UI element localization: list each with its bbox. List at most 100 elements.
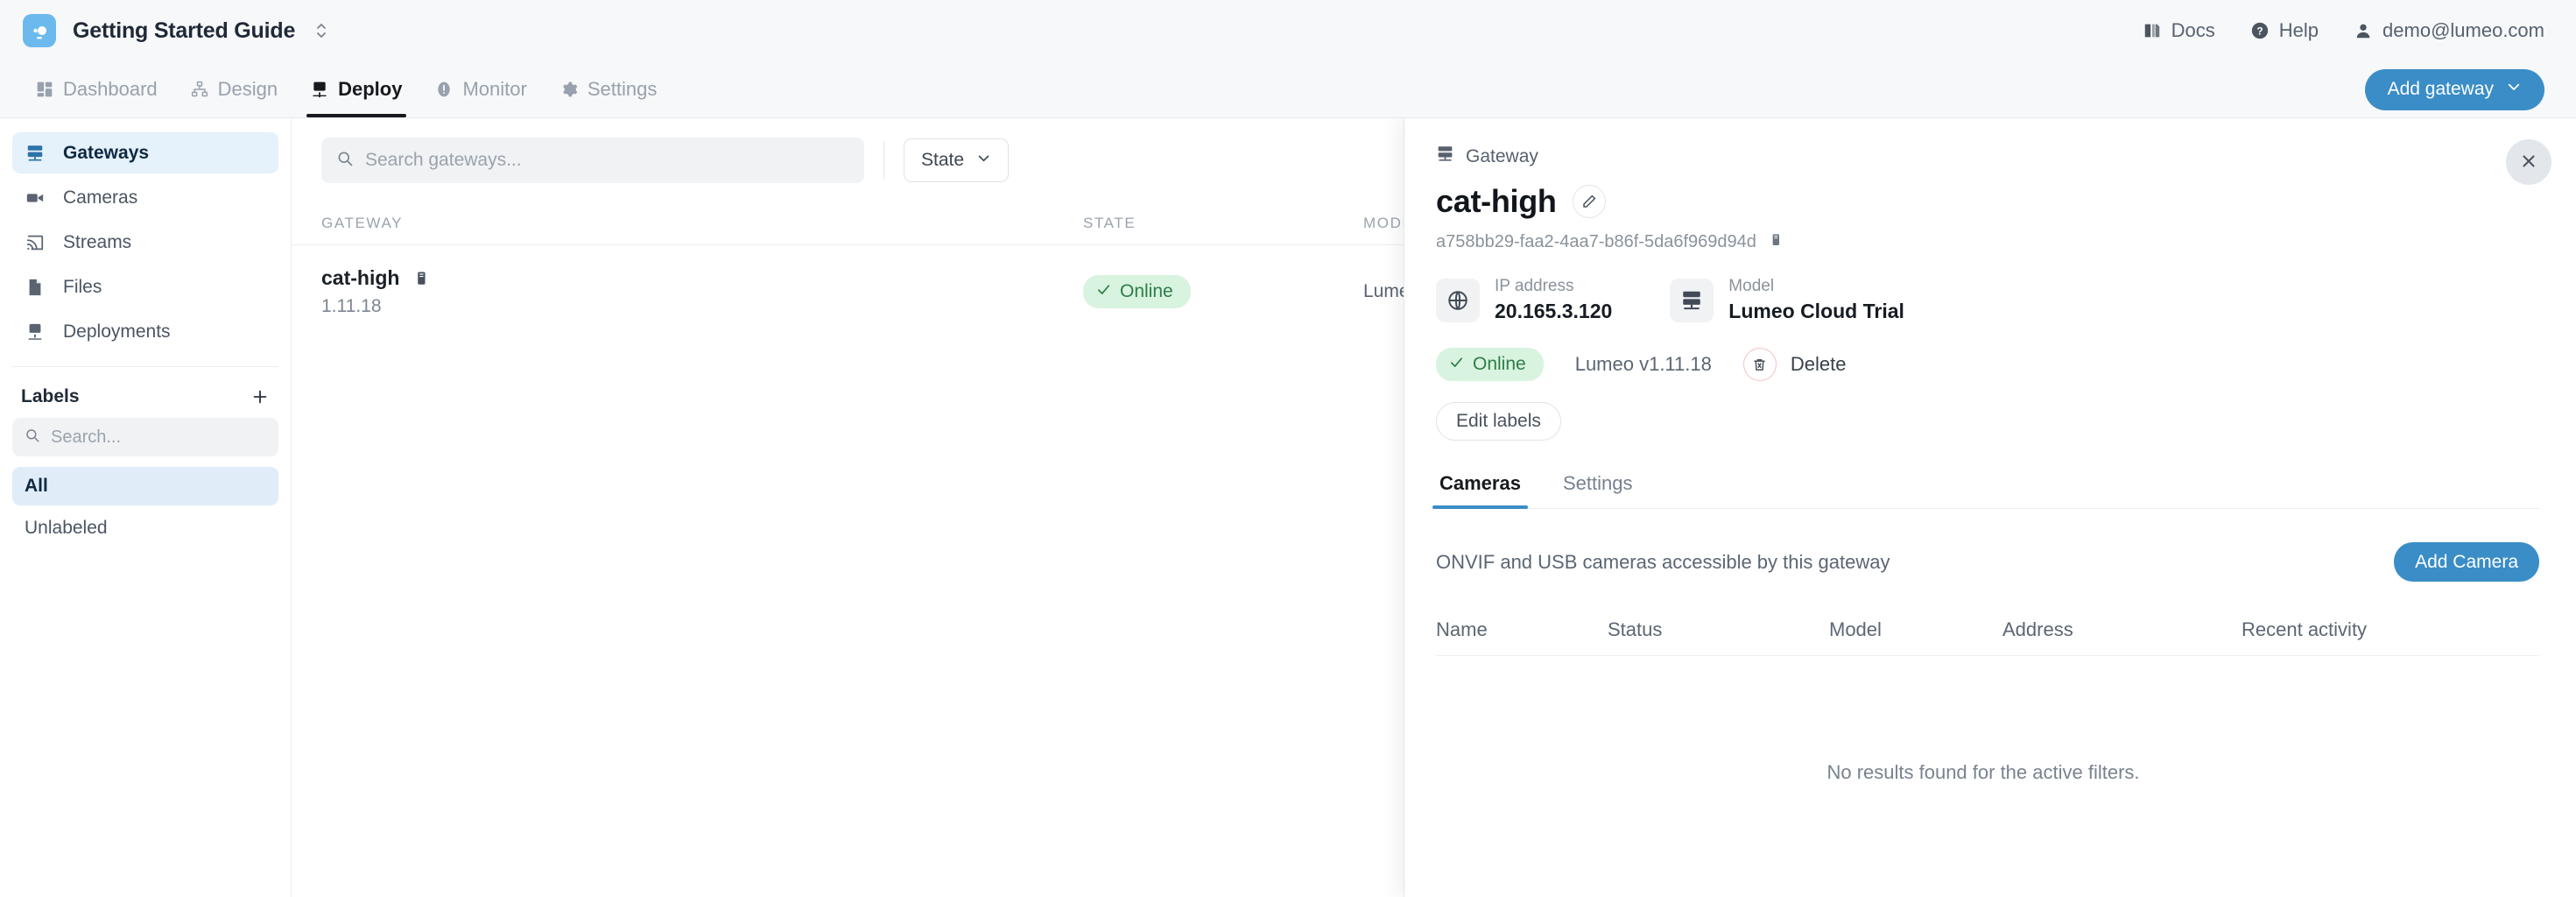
cameras-section-header: ONVIF and USB cameras accessible by this… [1436, 542, 2539, 582]
status-badge: Online [1436, 348, 1544, 381]
camera-column-name: Name [1436, 618, 1488, 640]
server-icon [1436, 145, 1454, 168]
main-content: State GATEWAY STATE MODEL cat-high [292, 118, 2576, 897]
chevron-up-down-icon[interactable] [314, 20, 328, 41]
state-filter-label: State [921, 150, 965, 170]
nav-label-monitor: Monitor [462, 78, 527, 100]
close-drawer-button[interactable] [2506, 139, 2551, 185]
gateway-uuid-row: a758bb29-faa2-4aa7-b86f-5da6f969d94d [1436, 232, 2539, 252]
nav-label-deploy: Deploy [338, 78, 403, 100]
workspace-title: Getting Started Guide [73, 18, 296, 43]
label-item-unlabeled-text: Unlabeled [25, 518, 108, 538]
gateway-info-row: IP address 20.165.3.120 Model Lumeo Clou… [1436, 277, 2539, 323]
tab-cameras[interactable]: Cameras [1432, 472, 1528, 509]
info-model-label: Model [1728, 277, 1775, 295]
chevron-down-icon [976, 150, 991, 171]
add-camera-button[interactable]: Add Camera [2394, 542, 2539, 582]
cast-stream-icon [25, 233, 46, 252]
video-camera-icon [25, 188, 46, 208]
server-icon [25, 144, 46, 163]
gateway-detail-drawer: Gateway cat-high a758bb29-faa2-4aa7-b86f… [1404, 118, 2576, 897]
docs-link[interactable]: Docs [2143, 19, 2215, 42]
server-icon [1670, 278, 1714, 322]
help-link[interactable]: ? Help [2250, 19, 2319, 42]
sidebar-label-deployments: Deployments [63, 321, 171, 342]
tab-settings[interactable]: Settings [1559, 472, 1636, 508]
sidebar-item-deployments[interactable]: Deployments [12, 311, 278, 352]
top-bar: Getting Started Guide Docs ? Help demo@l… [0, 0, 2576, 61]
sidebar-item-streams[interactable]: Streams [12, 222, 278, 263]
column-header-gateway: GATEWAY [321, 215, 404, 231]
sidebar-label-gateways: Gateways [63, 142, 150, 163]
copy-icon[interactable] [413, 271, 429, 286]
status-badge: Online [1083, 275, 1191, 308]
sidebar-label-files: Files [63, 276, 102, 297]
cameras-table-header: Name Status Model Address Recent activit… [1436, 618, 2539, 656]
info-ip-address: IP address 20.165.3.120 [1436, 277, 1612, 323]
check-icon [1449, 354, 1464, 375]
sidebar-item-gateways[interactable]: Gateways [12, 132, 278, 173]
info-ip-text: IP address 20.165.3.120 [1495, 277, 1612, 323]
pencil-icon[interactable] [1572, 185, 1606, 218]
deploy-upload-icon [25, 322, 46, 342]
plus-icon[interactable] [250, 387, 270, 406]
book-icon [2143, 21, 2162, 40]
sitemap-icon [191, 81, 208, 98]
gateway-status-row: Online Lumeo v1.11.18 Delete [1436, 348, 2539, 381]
edit-labels-button[interactable]: Edit labels [1436, 402, 1561, 441]
docs-label: Docs [2171, 19, 2215, 41]
state-filter-button[interactable]: State [904, 138, 1010, 182]
label-item-all-text: All [25, 476, 48, 496]
label-item-unlabeled[interactable]: Unlabeled [12, 509, 278, 547]
account-email: demo@lumeo.com [2382, 19, 2544, 41]
lumeo-camera-logo-icon[interactable] [23, 14, 56, 47]
delete-gateway-button[interactable]: Delete [1742, 348, 1846, 381]
search-icon [336, 150, 354, 172]
nav-item-settings[interactable]: Settings [544, 61, 674, 117]
search-gateways-input[interactable] [365, 150, 849, 171]
search-icon [25, 427, 40, 448]
nav-item-design[interactable]: Design [174, 61, 294, 117]
sidebar-item-files[interactable]: Files [12, 266, 278, 307]
help-label: Help [2278, 19, 2319, 41]
tab-settings-label: Settings [1562, 472, 1633, 494]
nav-items: Dashboard Design Deploy Monitor Settings [19, 61, 673, 117]
deploy-upload-icon [311, 81, 328, 98]
breadcrumb-label: Gateway [1466, 145, 1538, 166]
svg-text:?: ? [2256, 25, 2263, 38]
breadcrumb: Gateway [1436, 145, 2539, 168]
labels-search-box[interactable] [12, 418, 278, 456]
camera-column-address: Address [2002, 618, 2073, 640]
sidebar-label-cameras: Cameras [63, 187, 138, 208]
nav-item-monitor[interactable]: Monitor [419, 61, 543, 117]
nav-item-deploy[interactable]: Deploy [294, 61, 419, 117]
labels-search-input[interactable] [51, 427, 266, 448]
camera-column-status: Status [1608, 618, 1663, 640]
search-gateways-box[interactable] [321, 138, 864, 183]
tab-cameras-label: Cameras [1439, 472, 1521, 494]
sidebar-label-streams: Streams [63, 231, 132, 252]
cameras-section-description: ONVIF and USB cameras accessible by this… [1436, 550, 1890, 573]
info-ip-label: IP address [1495, 277, 1574, 295]
nav-label-design: Design [217, 78, 278, 100]
account-link[interactable]: demo@lumeo.com [2354, 19, 2544, 42]
gateway-name: cat-high [321, 266, 400, 289]
column-header-state: STATE [1083, 215, 1137, 231]
info-ip-value: 20.165.3.120 [1495, 300, 1613, 322]
page-body: Gateways Cameras Streams Files Deploymen [0, 118, 2576, 897]
nav-label-settings: Settings [587, 78, 658, 100]
labels-title: Labels [21, 386, 80, 406]
question-circle-icon: ? [2250, 21, 2270, 40]
topbar-links: Docs ? Help demo@lumeo.com [2143, 19, 2544, 42]
sidebar-item-cameras[interactable]: Cameras [12, 177, 278, 218]
copy-icon[interactable] [1769, 232, 1783, 252]
labels-header: Labels [12, 367, 278, 418]
add-gateway-button[interactable]: Add gateway [2364, 68, 2544, 110]
camera-column-model: Model [1829, 618, 1882, 640]
state-cell: Online [1083, 275, 1363, 308]
label-item-all[interactable]: All [12, 467, 278, 505]
camera-column-recent-activity: Recent activity [2242, 618, 2368, 640]
main-nav-bar: Dashboard Design Deploy Monitor Settings [0, 61, 2576, 118]
gateway-uuid: a758bb29-faa2-4aa7-b86f-5da6f969d94d [1436, 232, 1756, 251]
nav-item-dashboard[interactable]: Dashboard [19, 61, 174, 117]
